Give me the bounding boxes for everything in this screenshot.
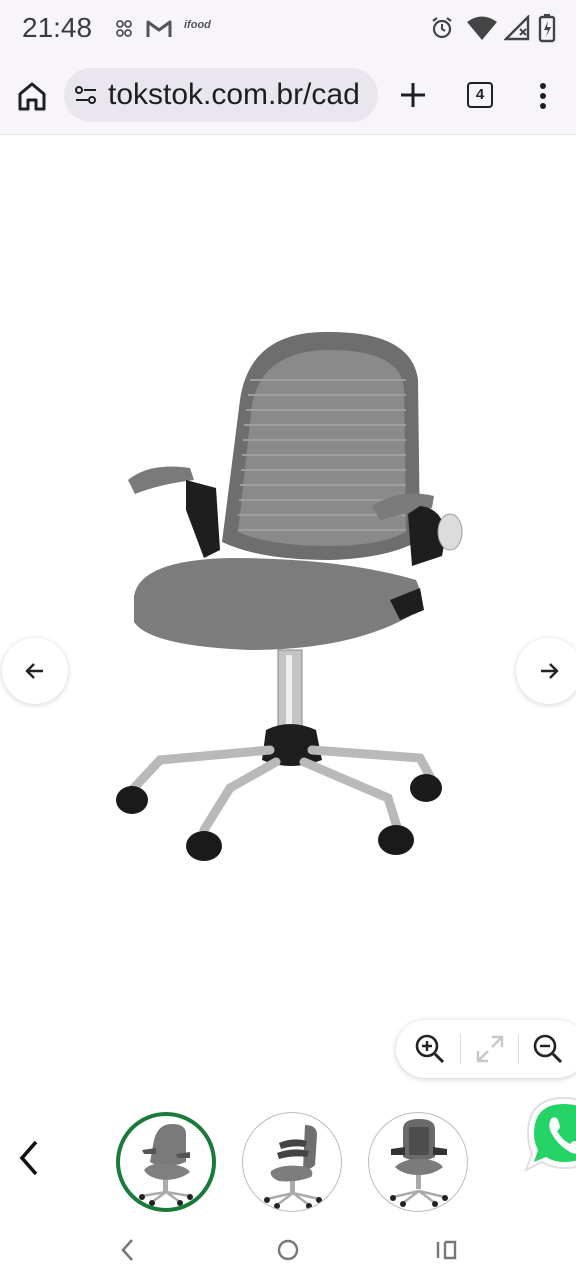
thumbnail-2[interactable] bbox=[242, 1112, 342, 1212]
product-image[interactable] bbox=[90, 310, 490, 890]
previous-image-button[interactable] bbox=[2, 638, 68, 704]
chair-side-thumbnail bbox=[264, 1125, 322, 1209]
chevron-left-icon[interactable] bbox=[14, 1138, 44, 1178]
dots-icon bbox=[116, 20, 132, 37]
arrow-left-icon bbox=[25, 663, 43, 679]
zoom-divider bbox=[460, 1034, 461, 1064]
home-icon[interactable] bbox=[14, 78, 50, 114]
whatsapp-icon[interactable] bbox=[524, 1094, 576, 1176]
status-bar: 21:48 ifood bbox=[0, 0, 576, 58]
url-text[interactable]: tokstok.com.br/cad bbox=[108, 78, 360, 112]
more-menu-icon[interactable] bbox=[528, 78, 558, 114]
new-tab-icon[interactable] bbox=[396, 78, 430, 112]
chair-back-thumbnail bbox=[390, 1119, 448, 1207]
ifood-icon: ifood bbox=[184, 19, 211, 31]
battery-icon bbox=[538, 14, 556, 43]
status-time: 21:48 bbox=[22, 12, 93, 43]
system-home-icon[interactable] bbox=[276, 1236, 300, 1264]
system-recents-icon[interactable] bbox=[434, 1236, 460, 1264]
chair-front-thumbnail bbox=[139, 1124, 193, 1206]
next-image-button[interactable] bbox=[516, 638, 576, 704]
site-settings-icon[interactable] bbox=[74, 83, 98, 107]
arrow-right-icon bbox=[541, 663, 559, 679]
browser-toolbar: tokstok.com.br/cad 4 bbox=[0, 58, 576, 135]
system-back-icon[interactable] bbox=[118, 1236, 138, 1264]
expand-icon[interactable] bbox=[474, 1033, 506, 1065]
tab-switcher-button[interactable]: 4 bbox=[467, 82, 493, 108]
address-bar[interactable]: tokstok.com.br/cad bbox=[64, 68, 378, 122]
thumbnail-3[interactable] bbox=[368, 1112, 468, 1212]
zoom-in-icon[interactable] bbox=[414, 1033, 446, 1065]
signal-icon bbox=[504, 15, 530, 41]
thumbnail-1[interactable] bbox=[116, 1112, 216, 1212]
alarm-icon bbox=[432, 17, 452, 39]
system-navigation-bar bbox=[0, 1222, 576, 1280]
zoom-out-icon[interactable] bbox=[532, 1033, 564, 1065]
wifi-icon bbox=[467, 16, 497, 40]
zoom-controls bbox=[396, 1020, 576, 1078]
gmail-icon bbox=[146, 20, 172, 37]
zoom-divider bbox=[518, 1034, 519, 1064]
